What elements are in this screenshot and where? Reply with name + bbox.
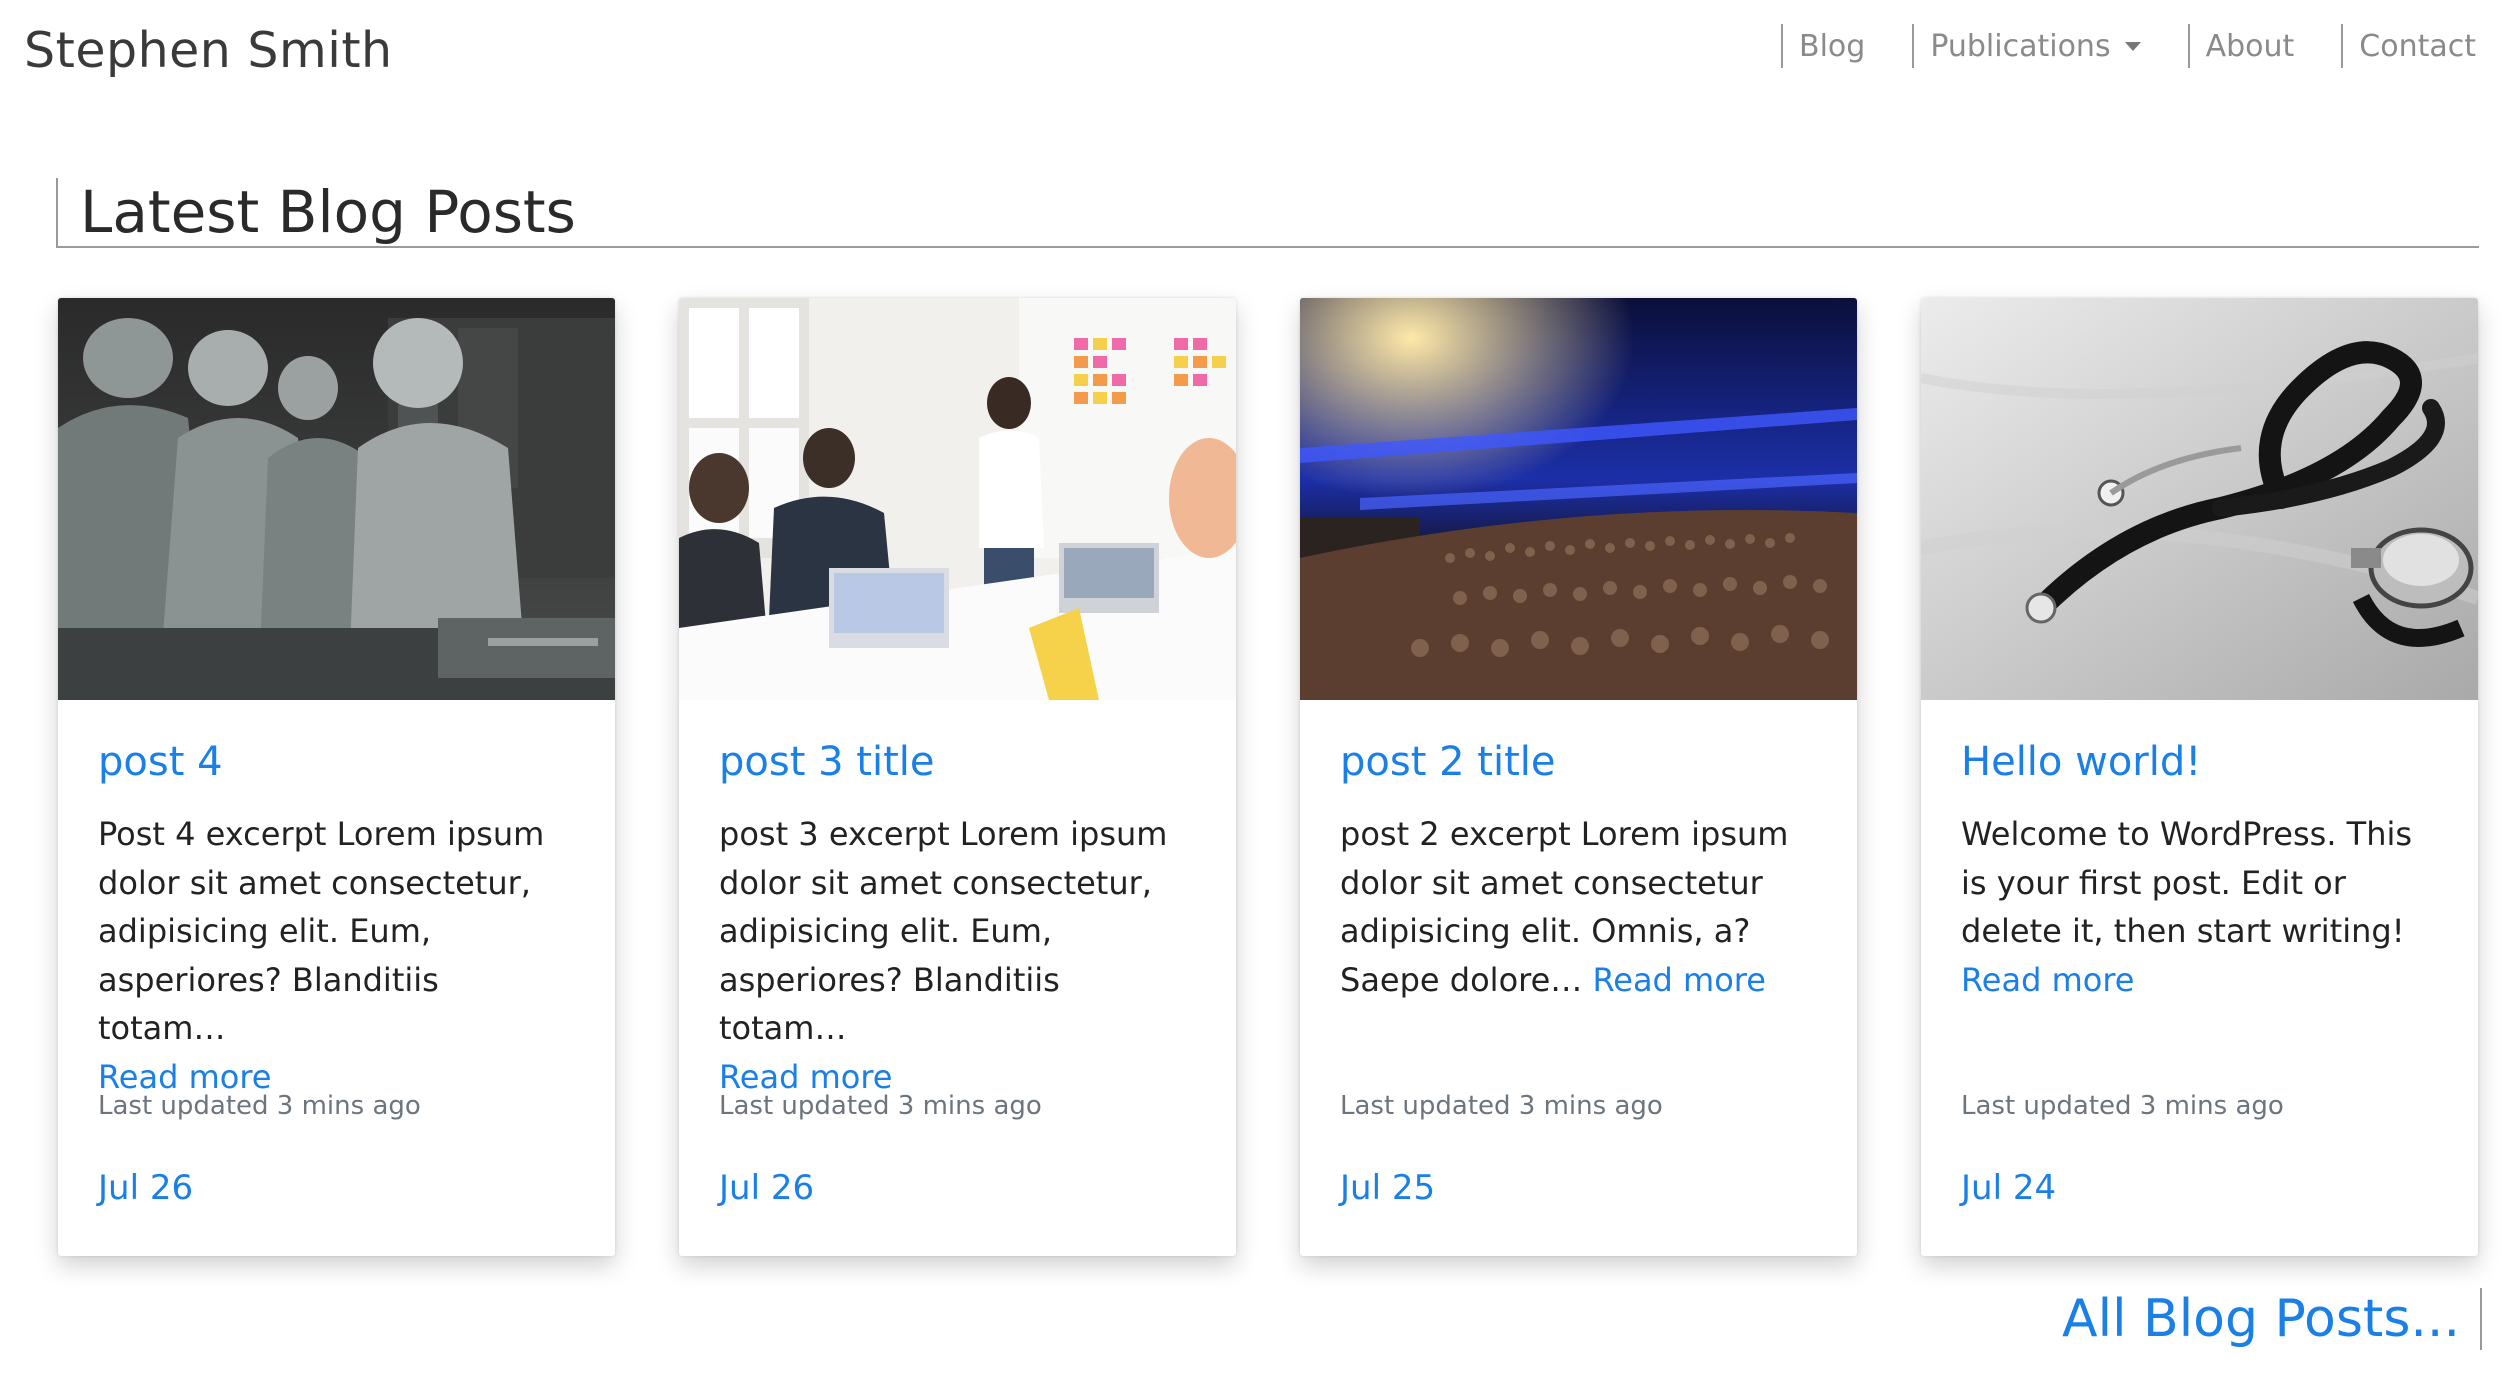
post-image-conference[interactable] [1300, 298, 1857, 700]
post-title-link[interactable]: post 4 [98, 734, 575, 790]
conference-image [1300, 298, 1857, 700]
nav-publications-dropdown[interactable]: Publications [1912, 24, 2162, 68]
post-card: Hello world! Welcome to WordPress. This … [1921, 298, 2478, 1256]
post-card: post 2 title post 2 excerpt Lorem ipsum … [1300, 298, 1857, 1256]
main-nav: Blog Publications About Contact [1756, 24, 2498, 68]
read-more-link[interactable]: Read more [719, 1058, 892, 1096]
post-card: post 4 Post 4 excerpt Lorem ipsum dolor … [58, 298, 615, 1256]
nav-blog-label: Blog [1798, 28, 1866, 64]
post-excerpt-text: Post 4 excerpt Lorem ipsum dolor sit ame… [98, 815, 545, 1047]
stethoscope-image [1921, 298, 2478, 700]
last-updated-text: Last updated 3 mins ago [1961, 1091, 2284, 1121]
post-date-link[interactable]: Jul 24 [1961, 1168, 2056, 1208]
surgeons-image [58, 298, 615, 700]
meeting-image [679, 298, 1236, 700]
post-card-list: post 4 Post 4 excerpt Lorem ipsum dolor … [58, 298, 2478, 1256]
post-title-link[interactable]: post 3 title [719, 734, 1196, 790]
section-title: Latest Blog Posts [80, 178, 576, 246]
read-more-link[interactable]: Read more [1592, 961, 1765, 999]
post-date-link[interactable]: Jul 26 [98, 1168, 193, 1208]
last-updated-text: Last updated 3 mins ago [719, 1091, 1042, 1121]
read-more-link[interactable]: Read more [98, 1058, 271, 1096]
nav-publications-label: Publications [1930, 28, 2111, 64]
nav-about-label: About [2205, 28, 2295, 64]
post-excerpt: post 3 excerpt Lorem ipsum dolor sit ame… [719, 810, 1196, 1101]
nav-blog[interactable]: Blog [1780, 24, 1887, 68]
last-updated-text: Last updated 3 mins ago [1340, 1091, 1663, 1121]
post-excerpt-text: Welcome to WordPress. This is your first… [1961, 815, 2413, 950]
nav-contact-label: Contact [2359, 28, 2476, 64]
post-image-surgeons[interactable] [58, 298, 615, 700]
nav-contact[interactable]: Contact [2341, 24, 2498, 68]
post-image-stethoscope[interactable] [1921, 298, 2478, 700]
post-card: post 3 title post 3 excerpt Lorem ipsum … [679, 298, 1236, 1256]
post-date-link[interactable]: Jul 25 [1340, 1168, 1435, 1208]
post-title-link[interactable]: Hello world! [1961, 734, 2438, 790]
last-updated-text: Last updated 3 mins ago [98, 1091, 421, 1121]
read-more-link[interactable]: Read more [1961, 961, 2134, 999]
all-blog-posts-link[interactable]: All Blog Posts... [2062, 1288, 2482, 1350]
caret-down-icon [2124, 41, 2141, 51]
section-header: Latest Blog Posts [56, 178, 2479, 248]
post-excerpt-text: post 3 excerpt Lorem ipsum dolor sit ame… [719, 815, 1168, 1047]
post-excerpt: Post 4 excerpt Lorem ipsum dolor sit ame… [98, 810, 575, 1101]
post-image-meeting[interactable] [679, 298, 1236, 700]
post-date-link[interactable]: Jul 26 [719, 1168, 814, 1208]
site-brand[interactable]: Stephen Smith [24, 22, 393, 79]
post-excerpt: post 2 excerpt Lorem ipsum dolor sit ame… [1340, 810, 1817, 1004]
post-title-link[interactable]: post 2 title [1340, 734, 1817, 790]
post-excerpt: Welcome to WordPress. This is your first… [1961, 810, 2438, 1004]
nav-about[interactable]: About [2187, 24, 2317, 68]
